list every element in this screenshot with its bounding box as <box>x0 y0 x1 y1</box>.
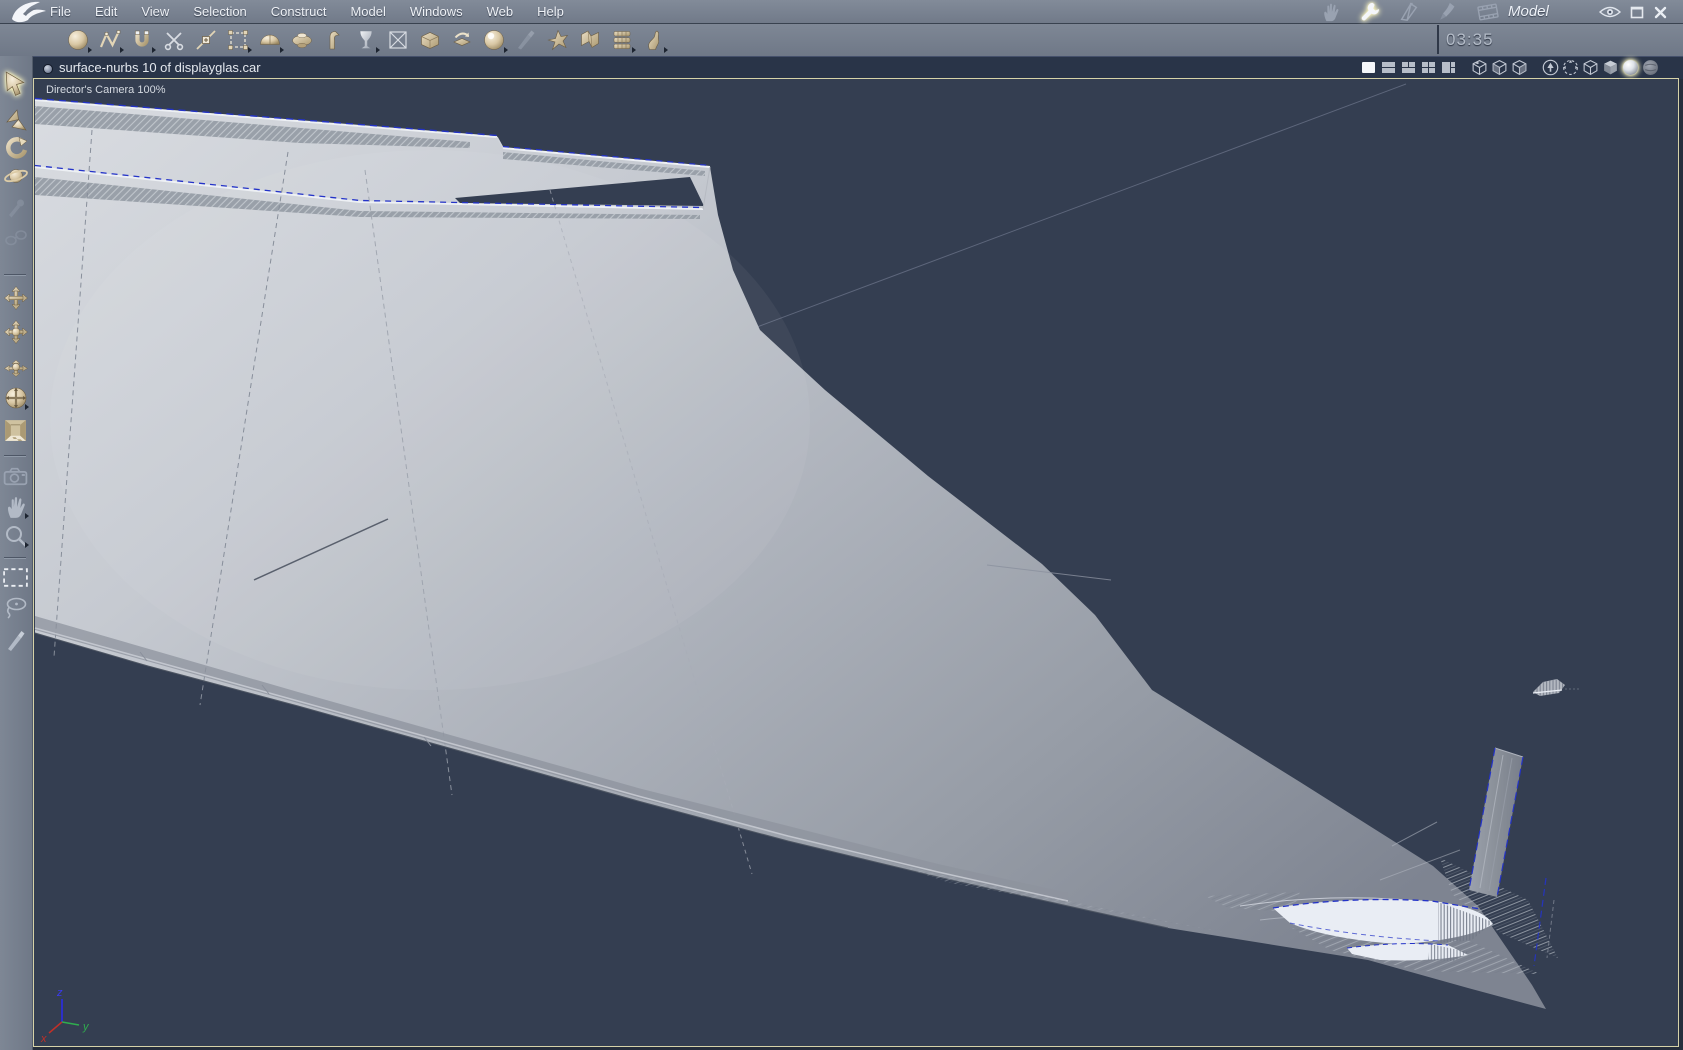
assemble-hand-icon[interactable] <box>1318 1 1344 23</box>
document-bar-icons <box>1360 59 1659 76</box>
block-tool-icon[interactable] <box>416 26 444 54</box>
menu-model[interactable]: Model <box>350 4 385 19</box>
walkthrough-icon[interactable] <box>2 416 29 443</box>
close-icon[interactable] <box>1654 4 1667 20</box>
viewport-canvas[interactable]: z y x <box>34 79 1678 1046</box>
reference-cube-a-icon[interactable] <box>1471 59 1488 76</box>
tool-rail <box>0 56 33 1050</box>
carrara-window: { "app": { "mode_label": "Model", "windo… <box>0 0 1683 1050</box>
send-to-camera-icon[interactable] <box>1542 59 1559 76</box>
pan-ball-icon[interactable] <box>2 318 29 345</box>
carrara-logo-icon <box>12 1 46 23</box>
axis-indicator: z y x <box>40 987 90 1045</box>
rail-divider <box>4 455 26 456</box>
zoom-icon[interactable] <box>2 522 29 549</box>
trackball-icon[interactable] <box>2 384 29 411</box>
maximize-icon[interactable] <box>1630 4 1644 20</box>
select-arrow-icon[interactable] <box>2 70 29 97</box>
model-toolbar: 03:35 <box>0 24 1683 57</box>
reference-cube-c-icon[interactable] <box>1511 59 1528 76</box>
axis-y-label: y <box>82 1021 90 1033</box>
menu-help[interactable]: Help <box>537 4 564 19</box>
toolbar-tools <box>64 26 668 54</box>
render-film-icon[interactable] <box>1474 1 1502 23</box>
layout-single-icon[interactable] <box>1360 59 1377 76</box>
layout-quad-icon[interactable] <box>1420 59 1437 76</box>
wireframe-mode-icon[interactable] <box>1582 59 1599 76</box>
textured-mode-icon[interactable] <box>1642 59 1659 76</box>
menu-items: File Edit View Selection Construct Model… <box>50 0 564 23</box>
camera-label: Director's Camera 100% <box>46 84 166 96</box>
floating-fragment[interactable] <box>1532 679 1580 696</box>
scissors-tool-icon[interactable] <box>160 26 188 54</box>
extrude-tool-icon[interactable] <box>320 26 348 54</box>
stack-tool-icon[interactable] <box>608 26 636 54</box>
add-point-tool-icon[interactable] <box>192 26 220 54</box>
pan-xy-icon[interactable] <box>2 284 29 311</box>
rotate-3d-icon[interactable] <box>2 134 29 161</box>
surface-sheen <box>50 150 810 690</box>
deform-tool-icon[interactable] <box>544 26 572 54</box>
lasso-select-icon[interactable] <box>2 594 29 621</box>
marquee-select-icon[interactable] <box>2 564 29 591</box>
paint-select-icon[interactable] <box>2 626 29 653</box>
menu-edit[interactable]: Edit <box>95 4 117 19</box>
menu-selection[interactable]: Selection <box>193 4 246 19</box>
document-bar: surface-nurbs 10 of displayglas.car <box>32 56 1683 79</box>
eye-icon[interactable] <box>1598 4 1622 20</box>
pan-plane-icon[interactable] <box>2 353 29 380</box>
surface-post[interactable] <box>1468 747 1524 898</box>
viewport[interactable]: Director's Camera 100% z y x <box>33 78 1679 1047</box>
construction-lines <box>756 83 1407 328</box>
spline-tool-icon[interactable] <box>640 26 668 54</box>
axis-x-label: x <box>40 1033 47 1045</box>
menu-web[interactable]: Web <box>487 4 514 19</box>
storyboard-pen-icon[interactable] <box>1396 1 1422 23</box>
layout-rows-icon[interactable] <box>1380 59 1397 76</box>
layout-large-left-icon[interactable] <box>1440 59 1457 76</box>
mode-label: Model <box>1508 3 1549 20</box>
half-sphere-tool-icon[interactable] <box>256 26 284 54</box>
mode-switcher <box>1318 0 1502 23</box>
layout-three-pane-icon[interactable] <box>1400 59 1417 76</box>
flat-shade-mode-icon[interactable] <box>1602 59 1619 76</box>
reference-cube-b-icon[interactable] <box>1491 59 1508 76</box>
lathe-tool-icon[interactable] <box>288 26 316 54</box>
document-title: surface-nurbs 10 of displayglas.car <box>59 60 261 75</box>
universal-manipulator-icon[interactable] <box>2 162 29 189</box>
loft-tool-icon[interactable] <box>448 26 476 54</box>
sphere-tool-icon[interactable] <box>64 26 92 54</box>
move-3d-icon[interactable] <box>2 106 29 133</box>
select-points-tool-icon[interactable] <box>224 26 252 54</box>
rail-divider <box>4 274 26 275</box>
magnet-tool-icon[interactable] <box>128 26 156 54</box>
menu-windows[interactable]: Windows <box>410 4 463 19</box>
toolbar-divider <box>1437 25 1439 54</box>
shiny-sphere-tool-icon[interactable] <box>480 26 508 54</box>
toolbar-clock: 03:35 <box>1446 30 1494 49</box>
rotate-gizmo-icon[interactable] <box>1562 59 1579 76</box>
camera-move-icon[interactable] <box>2 463 29 490</box>
menu-construct[interactable]: Construct <box>271 4 327 19</box>
smooth-shade-mode-icon[interactable] <box>1622 59 1639 76</box>
polyline-tool-icon[interactable] <box>96 26 124 54</box>
menu-bar: File Edit View Selection Construct Model… <box>0 0 1683 24</box>
hand-pan-icon[interactable] <box>2 493 29 520</box>
menu-view[interactable]: View <box>141 4 169 19</box>
eyedropper-icon[interactable] <box>2 193 29 220</box>
draw-line-tool-icon[interactable] <box>512 26 540 54</box>
menu-file[interactable]: File <box>50 4 71 19</box>
delete-surface-tool-icon[interactable] <box>384 26 412 54</box>
document-dot-icon[interactable] <box>43 64 53 74</box>
model-wrench-icon[interactable] <box>1357 1 1383 23</box>
texture-brush-icon[interactable] <box>1435 1 1461 23</box>
link-tool-icon[interactable] <box>2 223 29 250</box>
axis-z-label: z <box>56 987 63 999</box>
rail-divider <box>4 557 26 558</box>
sweep-tool-icon[interactable] <box>576 26 604 54</box>
goblet-tool-icon[interactable] <box>352 26 380 54</box>
